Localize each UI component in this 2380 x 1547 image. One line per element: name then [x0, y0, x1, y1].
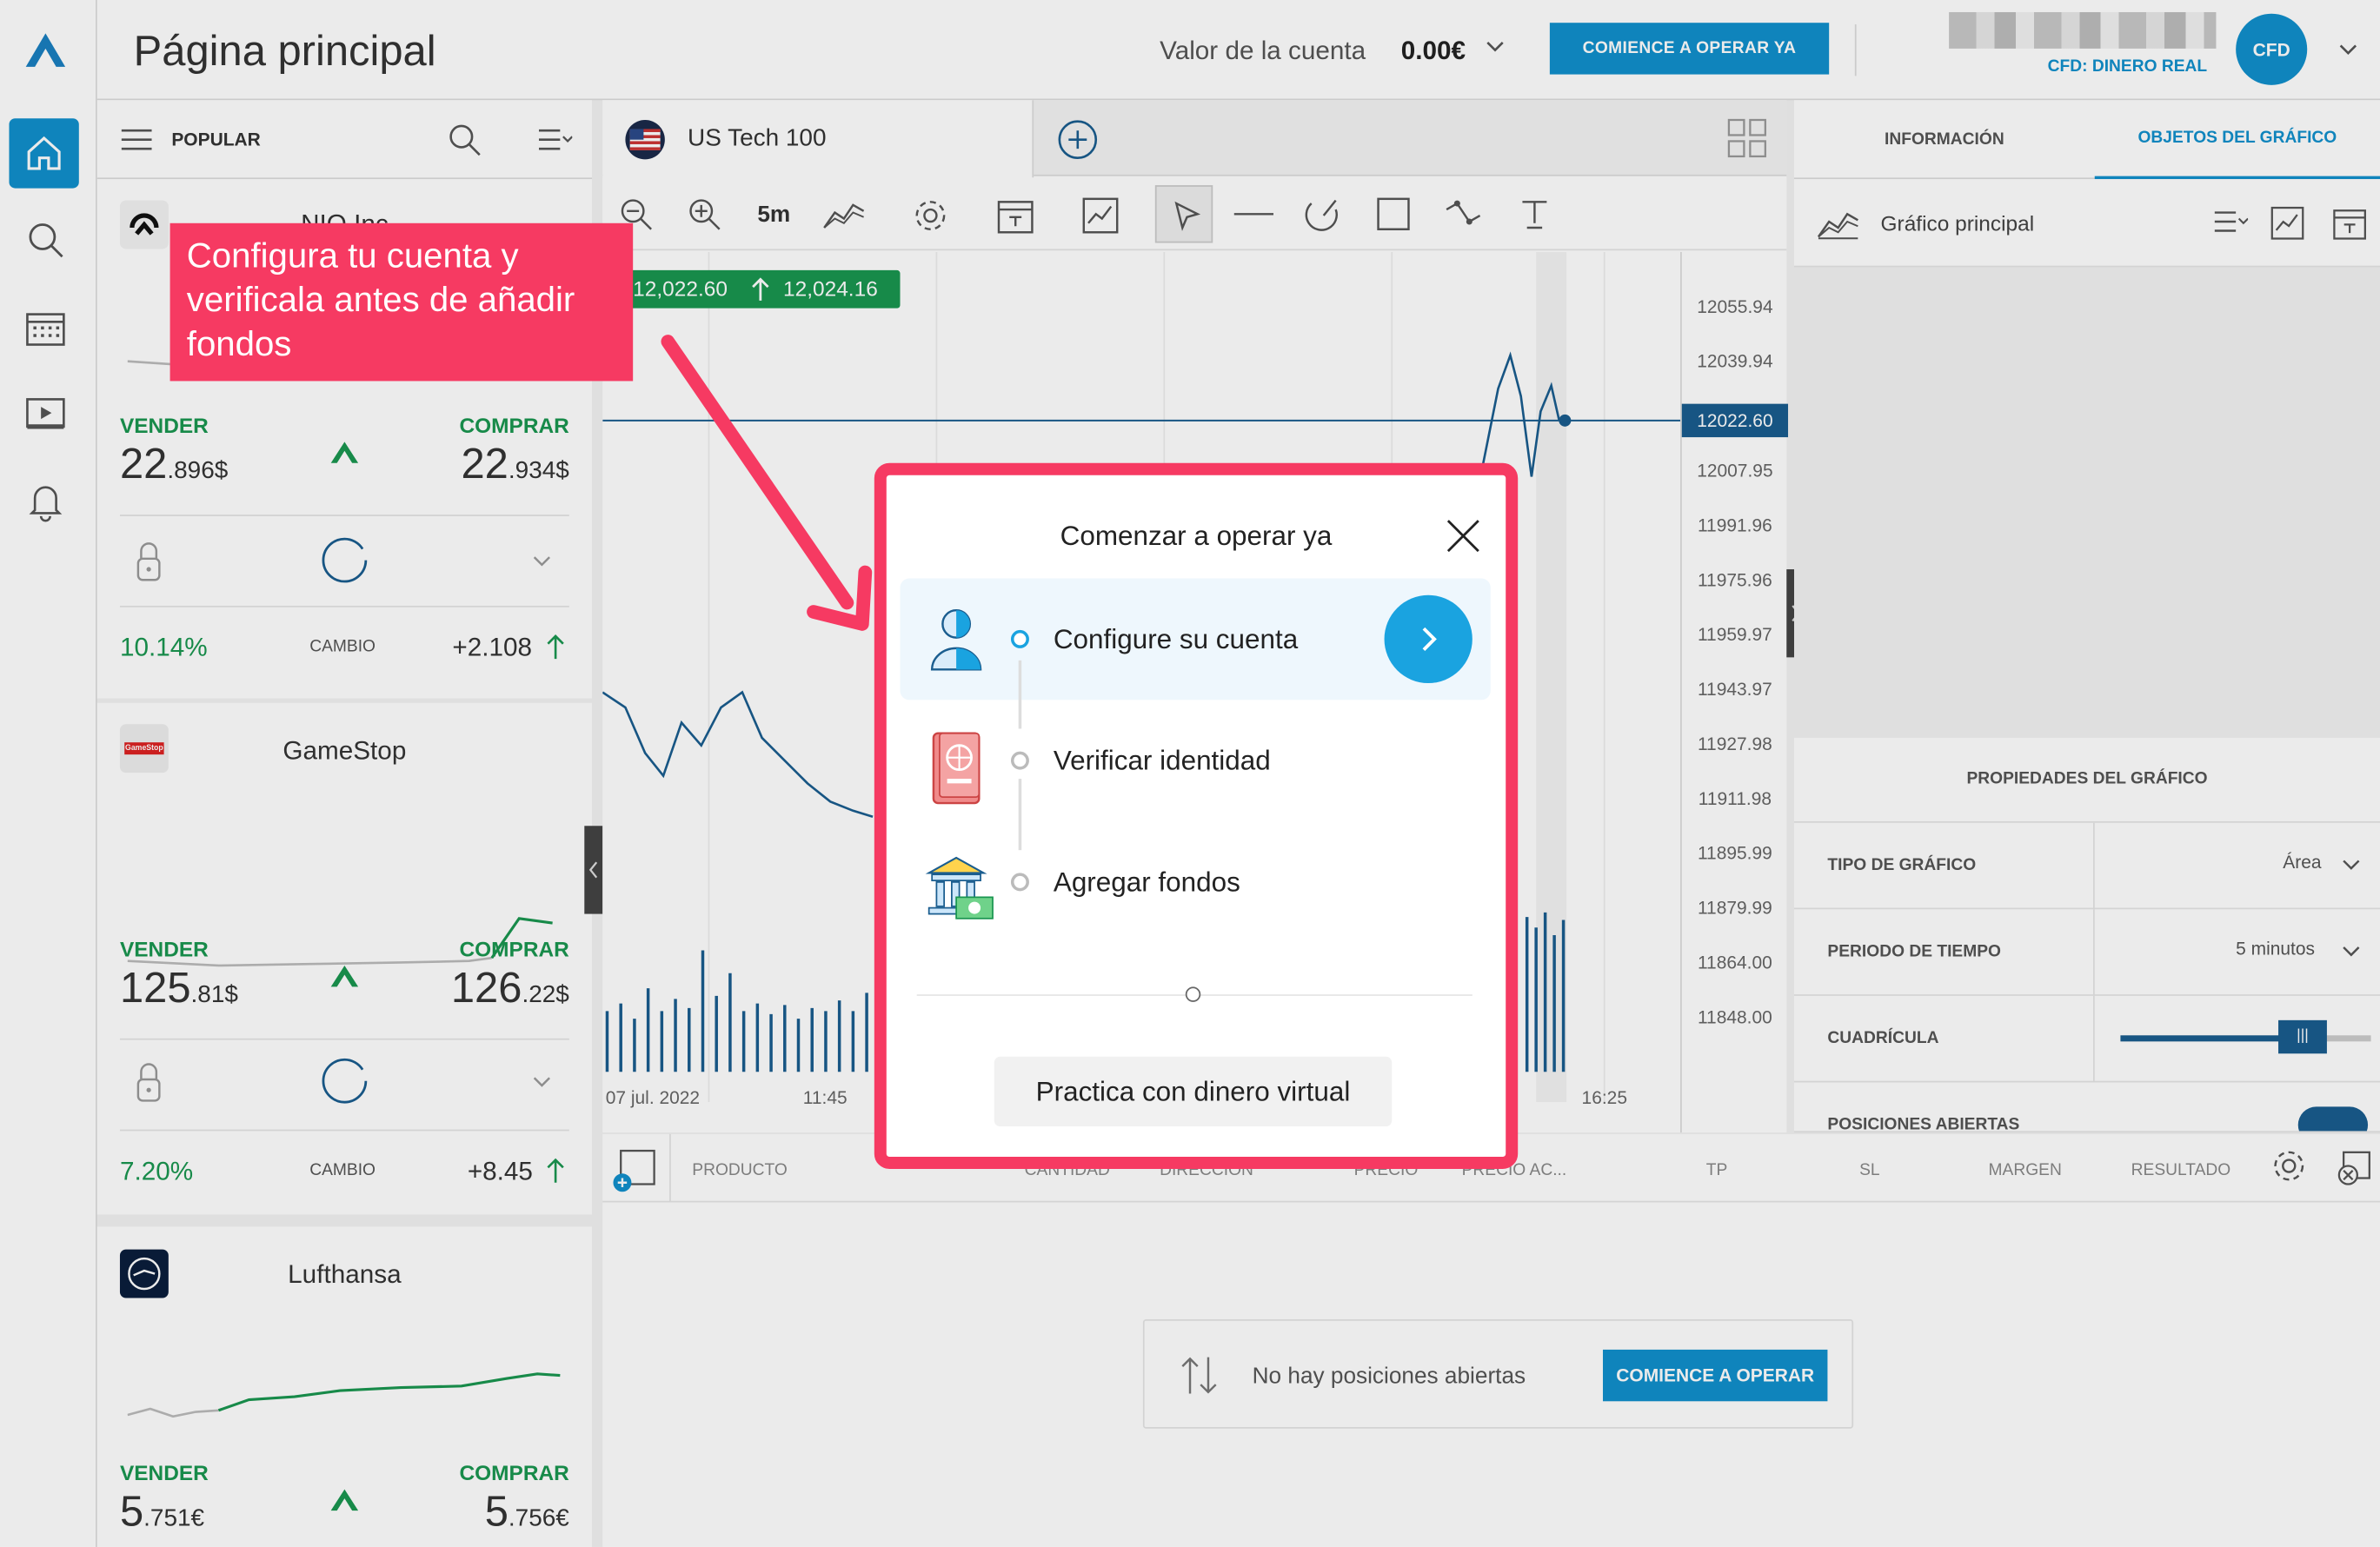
callout-arrow-icon — [661, 335, 873, 631]
step-label[interactable]: Verificar identidad — [1054, 746, 1271, 778]
practice-demo-button[interactable]: Practica con dinero virtual — [994, 1056, 1393, 1127]
bank-funds-icon — [925, 856, 994, 920]
step-dot — [1010, 873, 1029, 892]
step-dot-active — [1010, 629, 1029, 648]
step-connector — [1018, 660, 1022, 729]
step-label: Configure su cuenta — [1053, 623, 1299, 654]
tutorial-callout: Configura tu cuenta y verificala antes d… — [170, 222, 634, 382]
start-trading-modal: Comenzar a operar ya Configure su cuenta… — [874, 462, 1519, 1170]
next-step-button[interactable] — [1384, 594, 1473, 684]
app-root: Página principal Valor de la cuenta 0.00… — [0, 0, 2380, 1547]
step-connector — [1018, 779, 1022, 851]
user-profile-icon — [930, 608, 982, 671]
chevron-right-icon — [1422, 627, 1437, 651]
step-dot — [1010, 751, 1029, 770]
close-icon[interactable] — [1445, 518, 1481, 554]
modal-title: Comenzar a operar ya — [1060, 521, 1333, 552]
passport-icon — [932, 732, 981, 805]
step-label[interactable]: Agregar fondos — [1054, 866, 1240, 899]
pager-dot — [1185, 986, 1201, 1002]
